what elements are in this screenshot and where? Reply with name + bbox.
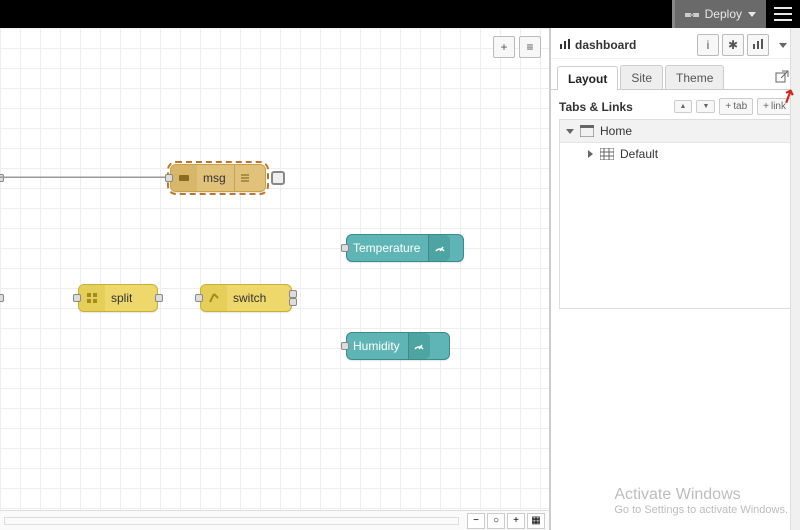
map-icon: ▦: [531, 515, 540, 526]
watermark-title: Activate Windows: [614, 486, 788, 504]
node-label: Temperature: [347, 241, 428, 255]
node-msg[interactable]: msg: [170, 164, 266, 192]
debug-button[interactable]: ✱: [722, 34, 744, 56]
node-port-out[interactable]: [289, 290, 297, 298]
node-port-in[interactable]: [195, 294, 203, 302]
zoom-reset-button[interactable]: ○: [487, 513, 505, 529]
circle-icon: ○: [493, 515, 499, 526]
flow-canvas-wrap: + ≡ msg: [0, 28, 550, 530]
add-tab-button[interactable]: +tab: [719, 98, 753, 115]
plus-icon: +: [513, 515, 519, 526]
expand-all-button[interactable]: ▼: [696, 100, 715, 113]
sidebar: dashboard i ✱ Layout Site Theme ↗: [550, 28, 800, 530]
zoom-in-button[interactable]: +: [507, 513, 525, 529]
node-label: Humidity: [347, 339, 408, 353]
tree-item-default[interactable]: Default: [560, 143, 791, 165]
sidebar-tabs: Layout Site Theme: [551, 59, 800, 90]
group-icon: [600, 148, 614, 160]
tree-item-label: Default: [620, 147, 658, 161]
sidebar-title: dashboard: [559, 38, 693, 53]
btn-label: link: [771, 101, 786, 112]
zoom-out-button[interactable]: −: [467, 513, 485, 529]
bar-chart-icon: [752, 38, 764, 53]
bar-chart-icon: [559, 38, 571, 53]
chevron-down-icon: [779, 43, 787, 48]
add-link-button[interactable]: +link: [757, 98, 792, 115]
caret-down-icon: ▼: [702, 103, 709, 110]
chevron-down-icon: [566, 127, 574, 135]
external-link-icon: [774, 69, 790, 85]
watermark-subtitle: Go to Settings to activate Windows.: [614, 504, 788, 516]
dashboard-tab-icon: [580, 125, 594, 137]
app-root: Deploy + ≡: [0, 0, 800, 530]
plus-icon: +: [725, 101, 731, 112]
sidebar-title-text: dashboard: [575, 38, 636, 52]
edge-port[interactable]: [0, 294, 4, 302]
node-temperature[interactable]: Temperature: [346, 234, 464, 262]
node-port-in[interactable]: [341, 244, 349, 252]
h-scrollbar[interactable]: [4, 517, 459, 525]
node-label: msg: [197, 171, 234, 185]
node-split[interactable]: split: [78, 284, 158, 312]
bug-icon: ✱: [728, 38, 738, 52]
app-header: Deploy: [0, 0, 800, 28]
gauge-icon: [428, 235, 450, 261]
node-port-out[interactable]: [289, 298, 297, 306]
list-button[interactable]: ≡: [519, 36, 541, 58]
switch-icon: [201, 285, 227, 311]
tree-item-label: Home: [600, 124, 632, 138]
node-label: switch: [227, 291, 274, 305]
caret-up-icon: ▲: [680, 103, 687, 110]
node-port-in[interactable]: [73, 294, 81, 302]
tree-item-home[interactable]: Home: [560, 120, 791, 143]
node-port-out[interactable]: [155, 294, 163, 302]
v-scrollbar[interactable]: [790, 28, 800, 530]
canvas-footer: − ○ + ▦: [0, 510, 549, 530]
main-menu-button[interactable]: [766, 0, 800, 28]
info-icon: i: [707, 38, 710, 52]
plus-icon: +: [500, 40, 507, 54]
layout-tree: Home Default: [559, 119, 792, 309]
add-button[interactable]: +: [493, 36, 515, 58]
deploy-icon: [685, 9, 699, 19]
tabs-links-header: Tabs & Links ▲ ▼ +tab +link: [551, 90, 800, 119]
plus-icon: +: [763, 101, 769, 112]
node-label: split: [105, 291, 140, 305]
node-status-icon: [271, 171, 285, 185]
gauge-icon: [408, 333, 430, 359]
node-port-in[interactable]: [165, 174, 173, 182]
tab-theme[interactable]: Theme: [665, 65, 724, 89]
app-body: + ≡ msg: [0, 28, 800, 530]
debug-icon: [171, 165, 197, 191]
info-button[interactable]: i: [697, 34, 719, 56]
btn-label: tab: [733, 101, 747, 112]
node-port-in[interactable]: [341, 342, 349, 350]
edge-port[interactable]: [0, 174, 4, 182]
minimap-button[interactable]: ▦: [527, 513, 545, 529]
chart-button[interactable]: [747, 34, 769, 56]
sidebar-tools: i ✱: [697, 34, 794, 56]
section-title: Tabs & Links: [559, 100, 670, 114]
flow-canvas[interactable]: msg split switch: [0, 28, 549, 530]
windows-activation-watermark: Activate Windows Go to Settings to activ…: [614, 486, 788, 516]
node-output-icon: [234, 165, 256, 191]
tab-layout[interactable]: Layout: [557, 66, 618, 90]
collapse-all-button[interactable]: ▲: [674, 100, 693, 113]
minus-icon: −: [473, 515, 479, 526]
sidebar-header: dashboard i ✱: [551, 28, 800, 59]
canvas-grid: [0, 28, 549, 530]
chevron-right-icon: [586, 150, 594, 158]
tab-label: Theme: [676, 71, 713, 85]
tab-site[interactable]: Site: [620, 65, 663, 89]
split-icon: [79, 285, 105, 311]
tab-label: Site: [631, 71, 652, 85]
list-icon: ≡: [526, 40, 533, 54]
deploy-label: Deploy: [705, 7, 742, 21]
node-humidity[interactable]: Humidity: [346, 332, 450, 360]
deploy-button[interactable]: Deploy: [672, 0, 766, 28]
chevron-down-icon: [748, 12, 756, 17]
tab-label: Layout: [568, 72, 607, 86]
node-switch[interactable]: switch: [200, 284, 292, 312]
canvas-toolbar: + ≡: [493, 36, 541, 58]
